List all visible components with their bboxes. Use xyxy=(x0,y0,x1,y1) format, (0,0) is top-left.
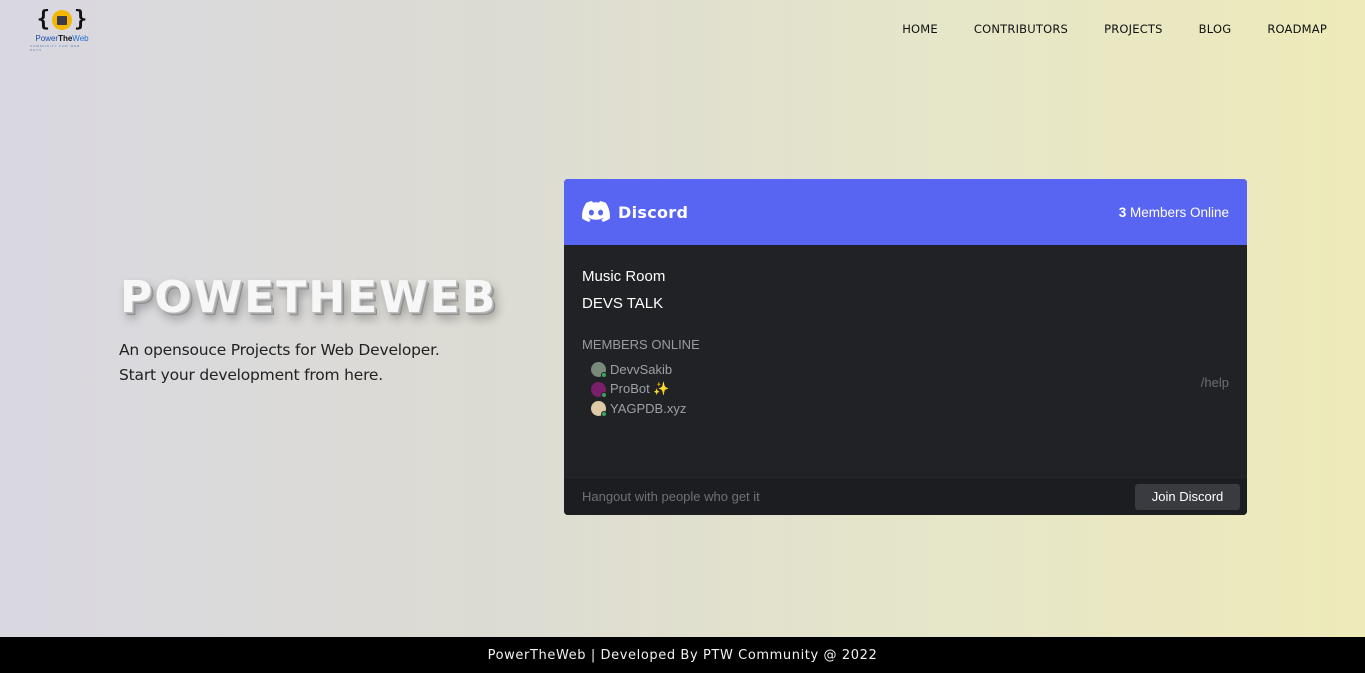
member-name: ProBot ✨ xyxy=(610,381,670,397)
main-nav: HOME CONTRIBUTORS PROJECTS BLOG ROADMAP xyxy=(866,22,1327,36)
member-item[interactable]: ProBot ✨ xyxy=(582,380,1229,400)
nav-item-blog[interactable]: BLOG xyxy=(1199,22,1232,36)
discord-footer-text: Hangout with people who get it xyxy=(582,489,760,504)
page-footer: PowerTheWeb | Developed By PTW Community… xyxy=(0,637,1365,673)
nav-item-projects[interactable]: PROJECTS xyxy=(1104,22,1163,36)
footer-text: PowerTheWeb | Developed By PTW Community… xyxy=(487,647,878,663)
discord-widget-body: Music Room DEVS TALK MEMBERS ONLINE Devv… xyxy=(564,245,1247,477)
hero-subtitle-line-2: Start your development from here. xyxy=(119,366,383,384)
join-discord-button[interactable]: Join Discord xyxy=(1135,483,1240,510)
logo-tagline: COMMUNITY FOR WEB DEVS xyxy=(30,44,81,52)
discord-widget-header: Discord 3 Members Online xyxy=(564,179,1247,245)
monitor-icon xyxy=(52,10,72,30)
nav-item-roadmap[interactable]: ROADMAP xyxy=(1267,22,1327,36)
member-name: DevvSakib xyxy=(610,362,673,378)
hero-subtitle-line-1: An opensouce Projects for Web Developer. xyxy=(119,341,440,359)
channel-devs-talk[interactable]: DEVS TALK xyxy=(582,290,1229,317)
discord-brand[interactable]: Discord xyxy=(582,201,688,223)
logo-brace-right: } xyxy=(74,7,88,32)
logo-wordmark: PowerTheWeb xyxy=(35,34,89,43)
discord-widget: Discord 3 Members Online Music Room DEVS… xyxy=(564,179,1247,515)
members-online-count: 3 Members Online xyxy=(1118,204,1229,220)
channel-music-room[interactable]: Music Room xyxy=(582,263,1229,290)
avatar xyxy=(591,381,607,398)
members-online-title: MEMBERS ONLINE xyxy=(582,337,700,352)
help-command: /help xyxy=(1200,375,1229,390)
member-item[interactable]: DevvSakib xyxy=(582,360,1229,380)
discord-brand-name: Discord xyxy=(618,202,689,222)
logo-mark: { } xyxy=(37,6,88,34)
discord-logo-icon xyxy=(582,201,610,222)
member-name: YAGPDB.xyz xyxy=(610,401,687,417)
hero-title: POWETHEWEB xyxy=(120,272,498,323)
hero-subtitle: An opensouce Projects for Web Developer.… xyxy=(119,338,440,388)
avatar xyxy=(591,401,607,418)
nav-item-home[interactable]: HOME xyxy=(902,22,938,36)
member-item[interactable]: YAGPDB.xyz xyxy=(582,399,1229,419)
site-logo[interactable]: { } PowerTheWeb COMMUNITY FOR WEB DEVS xyxy=(30,6,94,52)
nav-item-contributors[interactable]: CONTRIBUTORS xyxy=(974,22,1068,36)
avatar xyxy=(591,362,607,379)
logo-brace-left: { xyxy=(36,7,50,32)
discord-widget-footer: Hangout with people who get it Join Disc… xyxy=(564,477,1247,515)
